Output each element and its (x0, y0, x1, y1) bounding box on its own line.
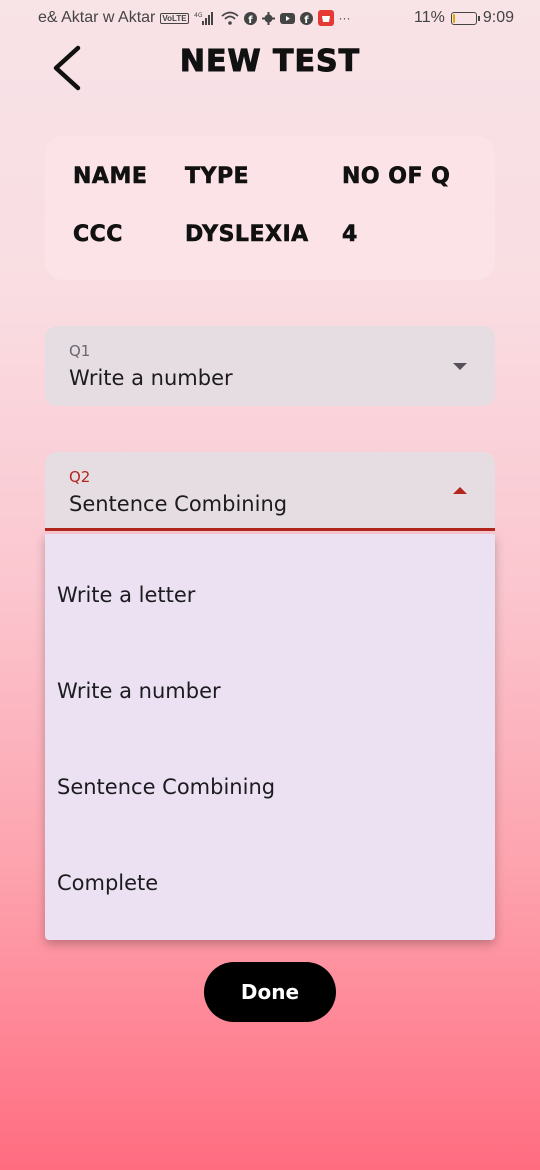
signal-icon: 4G (194, 11, 216, 25)
test-info-card: NAME TYPE NO OF Q CCC DYSLEXIA 4 (45, 136, 495, 280)
battery-icon (450, 11, 480, 25)
svg-text:f: f (248, 15, 253, 25)
menu-item-sentence-combining[interactable]: Sentence Combining (45, 739, 495, 835)
q2-label: Q2 (69, 468, 91, 486)
youtube-icon (279, 12, 295, 24)
shop-icon (317, 10, 334, 26)
facebook-icon-2: f (299, 11, 313, 25)
type-value: DYSLEXIA (185, 222, 309, 248)
wifi-icon (220, 11, 239, 25)
q1-dropdown[interactable]: Q1 Write a number (45, 326, 495, 406)
status-left: e& Aktar w Aktar VoLTE 4G f f ··· (38, 9, 351, 27)
menu-item-write-a-letter[interactable]: Write a letter (45, 547, 495, 643)
chevron-up-icon (453, 487, 467, 494)
q1-label: Q1 (69, 342, 91, 360)
battery-percent: 11% (414, 9, 445, 26)
facebook-icon: f (243, 11, 257, 25)
carrier-name: e& Aktar w Aktar (38, 9, 156, 26)
clock: 9:09 (482, 9, 514, 26)
q2-value: Sentence Combining (69, 492, 288, 516)
question-count-header: NO OF Q (342, 164, 451, 190)
q1-value: Write a number (69, 366, 233, 390)
volte-badge: VoLTE (160, 12, 189, 24)
name-value: CCC (73, 222, 123, 248)
q2-options-menu: Write a letter Write a number Sentence C… (45, 534, 495, 940)
chevron-down-icon (453, 363, 467, 370)
page-title: NEW TEST (179, 44, 361, 80)
done-button[interactable]: Done (204, 962, 336, 1022)
q2-dropdown[interactable]: Q2 Sentence Combining (45, 452, 495, 531)
menu-item-write-a-number[interactable]: Write a number (45, 643, 495, 739)
gear-icon (261, 11, 275, 25)
question-count-value: 4 (342, 222, 358, 248)
svg-text:f: f (304, 15, 309, 25)
more-icon: ··· (338, 11, 351, 25)
network-type: 4G (194, 12, 203, 19)
status-right: 11% 9:09 (414, 9, 514, 27)
type-header: TYPE (185, 164, 250, 190)
menu-item-complete[interactable]: Complete (45, 835, 495, 931)
status-bar: e& Aktar w Aktar VoLTE 4G f f ··· 11% 9:… (0, 0, 540, 38)
name-header: NAME (73, 164, 148, 190)
